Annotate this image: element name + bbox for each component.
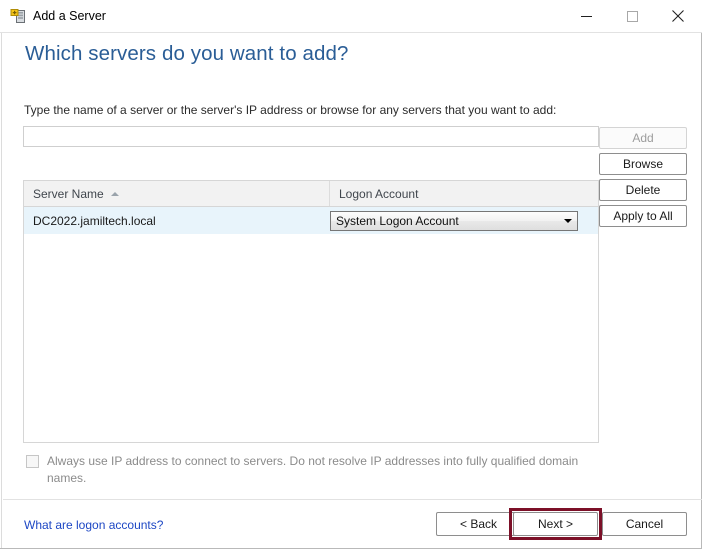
chevron-down-icon <box>559 213 576 229</box>
logon-account-dropdown-value: System Logon Account <box>336 213 459 228</box>
column-header-server-name[interactable]: Server Name <box>24 181 330 206</box>
dialog-content: Which servers do you want to add? Type t… <box>1 33 702 548</box>
column-header-server-name-label: Server Name <box>33 186 104 201</box>
logon-accounts-help-link[interactable]: What are logon accounts? <box>24 518 163 532</box>
title-bar: Add a Server <box>0 0 702 33</box>
minimize-button[interactable] <box>563 0 609 32</box>
column-header-logon-account-label: Logon Account <box>339 186 419 201</box>
page-title: Which servers do you want to add? <box>25 42 349 65</box>
column-header-logon-account[interactable]: Logon Account <box>330 181 597 206</box>
server-name-input[interactable] <box>23 126 599 147</box>
add-server-icon <box>10 8 28 25</box>
apply-to-all-button[interactable]: Apply to All <box>599 205 687 227</box>
back-button[interactable]: < Back <box>436 512 521 536</box>
instruction-text: Type the name of a server or the server'… <box>24 103 557 117</box>
footer-divider <box>3 499 702 500</box>
cancel-button[interactable]: Cancel <box>602 512 687 536</box>
sort-ascending-icon <box>110 191 119 196</box>
always-use-ip-label: Always use IP address to connect to serv… <box>47 454 579 485</box>
maximize-icon <box>626 10 638 22</box>
maximize-button[interactable] <box>609 0 655 32</box>
delete-button[interactable]: Delete <box>599 179 687 201</box>
next-button[interactable]: Next > <box>513 512 598 536</box>
add-server-dialog: Add a Server Which servers do you want t… <box>0 0 702 549</box>
window-title: Add a Server <box>33 9 106 23</box>
cell-server-name: DC2022.jamiltech.local <box>33 213 156 228</box>
always-use-ip-checkbox[interactable] <box>26 455 39 468</box>
always-use-ip-checkbox-group[interactable]: Always use IP address to connect to serv… <box>24 453 602 487</box>
close-icon <box>672 10 684 22</box>
logon-account-dropdown[interactable]: System Logon Account <box>330 210 578 231</box>
list-header-row: Server Name Logon Account <box>24 181 598 207</box>
table-row[interactable]: DC2022.jamiltech.local System Logon Acco… <box>24 207 598 234</box>
browse-button[interactable]: Browse <box>599 153 687 175</box>
add-button[interactable]: Add <box>599 127 687 149</box>
server-list: Server Name Logon Account DC2022.jamilte… <box>23 180 599 443</box>
close-button[interactable] <box>655 0 701 32</box>
minimize-icon <box>580 11 592 22</box>
